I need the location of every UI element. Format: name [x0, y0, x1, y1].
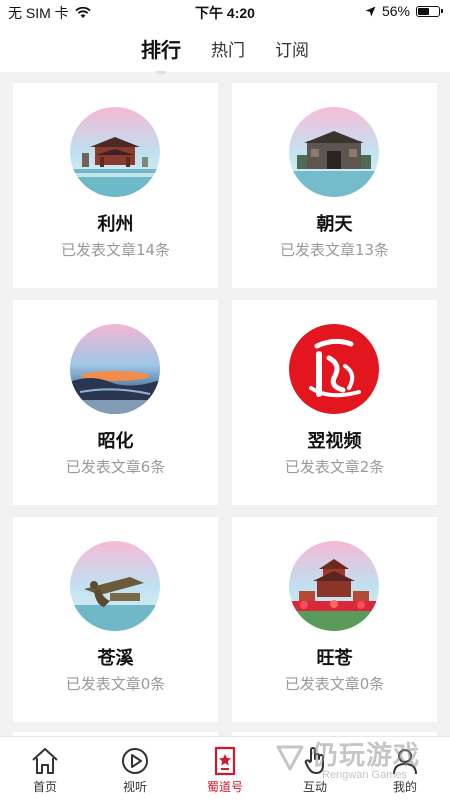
battery-percentage: 56%	[381, 3, 410, 19]
account-name: 利州	[97, 214, 134, 235]
account-avatar-calligraphy-logo	[289, 324, 379, 414]
account-avatar-pagoda-flowers	[289, 541, 379, 631]
account-card-wangcang[interactable]: 旺苍 已发表文章0条	[232, 517, 437, 722]
battery-fill	[418, 7, 429, 15]
account-card-chaotian[interactable]: 朝天 已发表文章13条	[232, 83, 437, 288]
nav-home[interactable]: 首页	[0, 737, 90, 801]
account-name: 翌视频	[307, 431, 362, 452]
nav-audiovisual[interactable]: 视听	[90, 737, 180, 801]
status-bar: 无 SIM 卡 下午 4:20 56%	[0, 0, 450, 24]
location-arrow-icon	[365, 6, 376, 16]
play-icon	[122, 748, 148, 774]
nav-label: 互动	[302, 780, 327, 794]
nav-interaction[interactable]: 互动	[270, 737, 360, 801]
hand-icon	[304, 747, 324, 774]
article-count: 已发表文章6条	[65, 458, 166, 476]
nav-shudao[interactable]: 蜀道号	[180, 737, 270, 801]
tab-ranking[interactable]: 排行	[141, 34, 181, 74]
nav-label: 首页	[32, 780, 57, 794]
nav-label: 蜀道号	[206, 780, 243, 794]
nav-label: 视听	[122, 780, 147, 794]
account-name: 昭化	[97, 431, 134, 452]
bottom-nav: 首页 视听 蜀道号 互动 我的	[0, 736, 450, 801]
user-icon	[393, 749, 417, 775]
account-avatar-gate	[289, 107, 379, 197]
nav-profile[interactable]: 我的	[360, 737, 450, 801]
battery-icon	[416, 5, 443, 17]
article-count: 已发表文章0条	[284, 675, 385, 693]
account-card-lizhou[interactable]: 利州 已发表文章14条	[13, 83, 218, 288]
account-name: 旺苍	[316, 648, 353, 669]
article-count: 已发表文章14条	[60, 241, 171, 259]
top-tabs: 排行 热门 订阅	[0, 24, 450, 74]
article-count: 已发表文章13条	[279, 241, 390, 259]
account-name: 朝天	[316, 214, 353, 235]
tab-hot[interactable]: 热门	[211, 36, 245, 61]
account-card-cangxi[interactable]: 苍溪 已发表文章0条	[13, 517, 218, 722]
home-icon	[32, 748, 58, 774]
account-avatar-sunset-landscape	[70, 324, 160, 414]
account-grid: 利州 已发表文章14条 朝天 已发表文章13条 昭化 已发表文章6条 翌视频 已…	[0, 72, 450, 736]
account-avatar-pavilion	[70, 107, 160, 197]
account-avatar-bridge-sculpture	[70, 541, 160, 631]
tab-subscribe[interactable]: 订阅	[275, 36, 309, 61]
account-card-zhaohua[interactable]: 昭化 已发表文章6条	[13, 300, 218, 505]
account-card-video[interactable]: 翌视频 已发表文章2条	[232, 300, 437, 505]
star-bookmark-icon	[214, 746, 236, 776]
nav-label: 我的	[392, 780, 417, 794]
article-count: 已发表文章2条	[284, 458, 385, 476]
article-count: 已发表文章0条	[65, 675, 166, 693]
account-name: 苍溪	[97, 648, 134, 669]
